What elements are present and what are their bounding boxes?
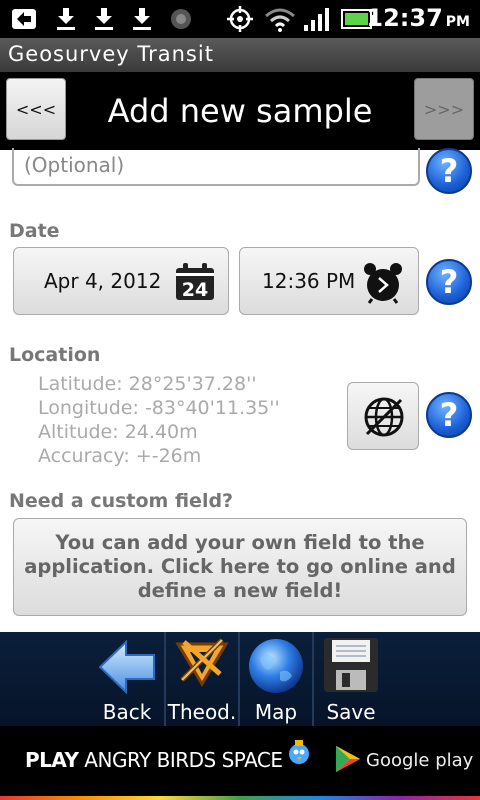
- back-arrow-icon: [10, 6, 38, 32]
- svg-text:24: 24: [182, 279, 208, 301]
- location-label: Location: [9, 344, 101, 366]
- date-button[interactable]: Apr 4, 2012 24: [13, 247, 229, 315]
- globe-icon: [246, 636, 306, 700]
- form-content: (Optional) ? Date Apr 4, 2012 24 12:36 P…: [0, 148, 480, 632]
- ad-text: PLAY ANGRY BIRDS SPACE: [25, 748, 283, 772]
- custom-field-button[interactable]: You can add your own field to the applic…: [13, 518, 467, 616]
- google-play-icon: [334, 744, 362, 778]
- ad-banner[interactable]: PLAY ANGRY BIRDS SPACE Google play: [0, 726, 480, 796]
- google-play-text: Google play: [366, 750, 474, 771]
- help-icon[interactable]: ?: [426, 259, 472, 305]
- date-label: Date: [9, 220, 60, 242]
- ad-rainbow-bar: [0, 796, 480, 800]
- locate-button[interactable]: [347, 382, 419, 450]
- longitude-text: Longitude: -83°40'11.35'': [38, 397, 280, 419]
- globe-icon: [363, 396, 405, 442]
- accuracy-text: Accuracy: +-26m: [38, 445, 202, 467]
- signal-icon: [302, 6, 332, 32]
- download-icon: [128, 6, 156, 32]
- custom-field-label: Need a custom field?: [9, 490, 234, 512]
- theodolite-icon: [172, 634, 232, 698]
- gps-icon: [222, 6, 258, 32]
- time-value: 12:36 PM: [262, 269, 356, 293]
- date-value: Apr 4, 2012: [44, 269, 162, 293]
- bottom-toolbar: Back Theod. Map Save: [0, 632, 480, 726]
- help-icon[interactable]: ?: [426, 392, 472, 438]
- alarm-clock-icon: [362, 262, 404, 308]
- next-button[interactable]: >>>: [414, 78, 474, 140]
- help-icon[interactable]: ?: [426, 148, 472, 194]
- clock: 12:37 PM: [366, 4, 470, 32]
- back-arrow-icon: [96, 638, 158, 700]
- screen-header: <<< Add new sample >>>: [0, 72, 480, 150]
- download-icon: [52, 6, 80, 32]
- latitude-text: Latitude: 28°25'37.28'': [38, 373, 257, 395]
- calendar-icon: 24: [174, 262, 216, 306]
- optional-field[interactable]: (Optional): [12, 148, 420, 186]
- page-title: Add new sample: [107, 92, 373, 130]
- toolbar-label: Save: [326, 700, 376, 724]
- custom-field-button-text: You can add your own field to the applic…: [24, 531, 456, 602]
- altitude-text: Altitude: 24.40m: [38, 421, 198, 443]
- time-button[interactable]: 12:36 PM: [239, 247, 419, 315]
- toolbar-back[interactable]: Back: [90, 632, 164, 726]
- app-title: Geosurvey Transit: [8, 42, 214, 66]
- app-title-bar: Geosurvey Transit: [0, 38, 480, 72]
- download-icon: [90, 6, 118, 32]
- toolbar-save[interactable]: Save: [314, 632, 388, 726]
- previous-button[interactable]: <<<: [6, 78, 66, 140]
- angry-bird-icon: [286, 738, 312, 770]
- wifi-icon: [264, 6, 296, 32]
- toolbar-theodolite[interactable]: Theod.: [166, 632, 238, 726]
- toolbar-map[interactable]: Map: [240, 632, 312, 726]
- record-icon: [168, 6, 194, 32]
- floppy-disk-icon: [322, 636, 380, 698]
- toolbar-label: Back: [102, 700, 152, 724]
- toolbar-label: Map: [254, 700, 298, 724]
- status-bar: 12:37 PM: [0, 0, 480, 38]
- toolbar-label: Theod.: [167, 700, 237, 724]
